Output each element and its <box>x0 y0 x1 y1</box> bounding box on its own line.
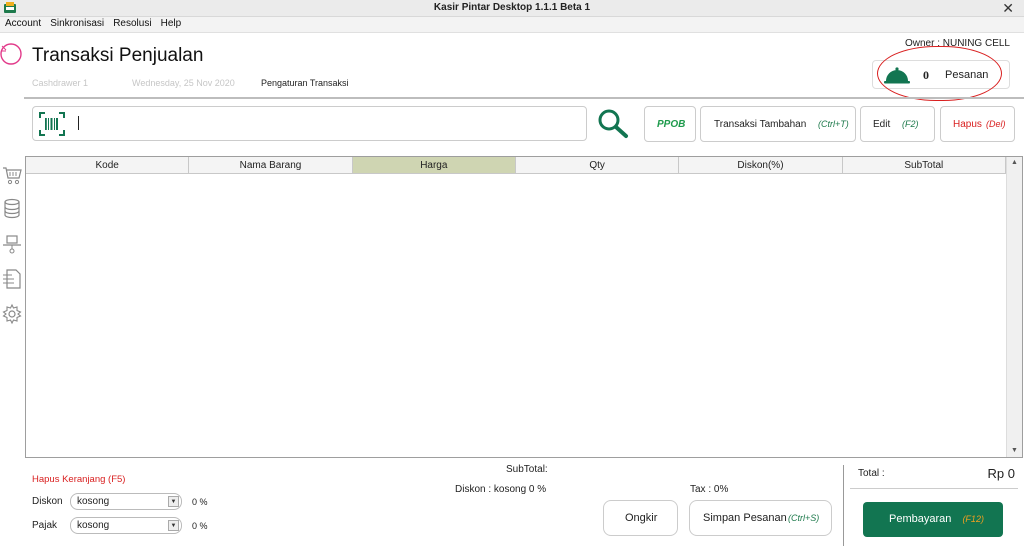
cart-icon[interactable] <box>2 164 22 186</box>
transaction-table[interactable]: Kode Nama Barang Harga Qty Diskon(%) Sub… <box>25 156 1023 458</box>
edit-label: Edit <box>873 119 891 130</box>
simpan-pesanan-shortcut: (Ctrl+S) <box>788 513 820 523</box>
total-value: Rp 0 <box>987 466 1015 481</box>
footer-divider <box>843 465 844 546</box>
ongkir-label: Ongkir <box>625 512 658 524</box>
ongkir-button[interactable]: Ongkir <box>603 500 678 536</box>
report-icon[interactable] <box>2 268 22 290</box>
diskon-select[interactable]: kosong ▼ <box>70 493 182 510</box>
total-label: Total : <box>858 468 885 479</box>
title-bar: Kasir Pintar Desktop 1.1.1 Beta 1 ✕ <box>0 0 1024 17</box>
diskon-summary: Diskon : kosong 0 % <box>455 484 547 495</box>
menu-help[interactable]: Help <box>156 17 182 29</box>
pembayaran-label: Pembayaran (F12) <box>889 513 984 525</box>
hapus-button[interactable]: Hapus (Del) <box>940 106 1015 142</box>
edit-shortcut: (F2) <box>902 119 919 129</box>
total-divider <box>850 488 1018 489</box>
barcode-icon <box>39 112 65 136</box>
edit-button[interactable]: Edit (F2) <box>860 106 935 142</box>
header-divider <box>24 97 1024 99</box>
search-icon[interactable] <box>596 108 630 140</box>
pembayaran-shortcut: (F12) <box>962 514 984 524</box>
diskon-label: Diskon <box>32 496 63 507</box>
annotation-circle <box>877 46 1002 101</box>
pajak-value: kosong <box>77 520 110 531</box>
menu-sinkronisasi[interactable]: Sinkronisasi <box>45 17 104 29</box>
transaksi-tambahan-button[interactable]: Transaksi Tambahan (Ctrl+T) <box>700 106 856 142</box>
scroll-down-icon[interactable]: ▼ <box>1011 447 1018 454</box>
column-subtotal[interactable]: SubTotal <box>843 157 1006 173</box>
database-icon[interactable] <box>2 198 22 220</box>
sidebar <box>0 33 24 546</box>
column-kode[interactable]: Kode <box>26 157 190 173</box>
vertical-scrollbar[interactable]: ▲ ▼ <box>1006 157 1022 457</box>
menu-resolusi[interactable]: Resolusi <box>108 17 151 29</box>
ppob-label: PPOB <box>657 119 686 130</box>
pajak-percent: 0 % <box>192 521 208 531</box>
gear-icon[interactable] <box>2 303 22 325</box>
scroll-up-icon[interactable]: ▲ <box>1011 159 1018 166</box>
subtotal-label: SubTotal: <box>506 464 548 475</box>
pembayaran-button[interactable]: Pembayaran (F12) <box>863 502 1003 537</box>
chevron-down-icon[interactable]: ▼ <box>168 496 179 507</box>
close-icon[interactable]: ✕ <box>1002 0 1014 17</box>
barcode-search-input[interactable] <box>32 106 587 141</box>
transaksi-tambahan-shortcut: (Ctrl+T) <box>818 119 849 129</box>
hapus-label: Hapus <box>953 119 982 130</box>
simpan-pesanan-label: Simpan Pesanan <box>703 512 787 524</box>
menu-bar: Account Sinkronisasi Resolusi Help <box>0 17 1024 33</box>
column-nama-barang[interactable]: Nama Barang <box>189 157 353 173</box>
column-harga[interactable]: Harga <box>352 157 516 173</box>
simpan-pesanan-button[interactable]: Simpan Pesanan (Ctrl+S) <box>689 500 832 536</box>
transaction-settings-link[interactable]: Pengaturan Transaksi <box>261 78 349 88</box>
pembayaran-text: Pembayaran <box>889 513 952 525</box>
ppob-button[interactable]: PPOB <box>644 106 696 142</box>
menu-account[interactable]: Account <box>0 17 41 29</box>
table-header: Kode Nama Barang Harga Qty Diskon(%) Sub… <box>26 157 1006 174</box>
diskon-percent: 0 % <box>192 497 208 507</box>
hapus-keranjang-button[interactable]: Hapus Keranjang (F5) <box>32 474 125 485</box>
cashdrawer-label: Cashdrawer 1 <box>32 78 89 88</box>
text-caret <box>78 116 79 130</box>
transaksi-tambahan-label: Transaksi Tambahan <box>714 119 807 130</box>
diskon-value: kosong <box>77 496 110 507</box>
tax-summary: Tax : 0% <box>690 484 729 495</box>
column-diskon[interactable]: Diskon(%) <box>679 157 843 173</box>
chevron-down-icon[interactable]: ▼ <box>168 520 179 531</box>
pajak-select[interactable]: kosong ▼ <box>70 517 182 534</box>
window-title: Kasir Pintar Desktop 1.1.1 Beta 1 <box>433 2 591 13</box>
date-label: Wednesday, 25 Nov 2020 <box>132 78 235 88</box>
hapus-shortcut: (Del) <box>986 119 1006 129</box>
pajak-label: Pajak <box>32 520 58 531</box>
laptop-icon[interactable] <box>2 233 22 255</box>
page-title: Transaksi Penjualan <box>32 45 204 66</box>
column-qty[interactable]: Qty <box>516 157 680 173</box>
logo-icon[interactable] <box>0 40 24 66</box>
